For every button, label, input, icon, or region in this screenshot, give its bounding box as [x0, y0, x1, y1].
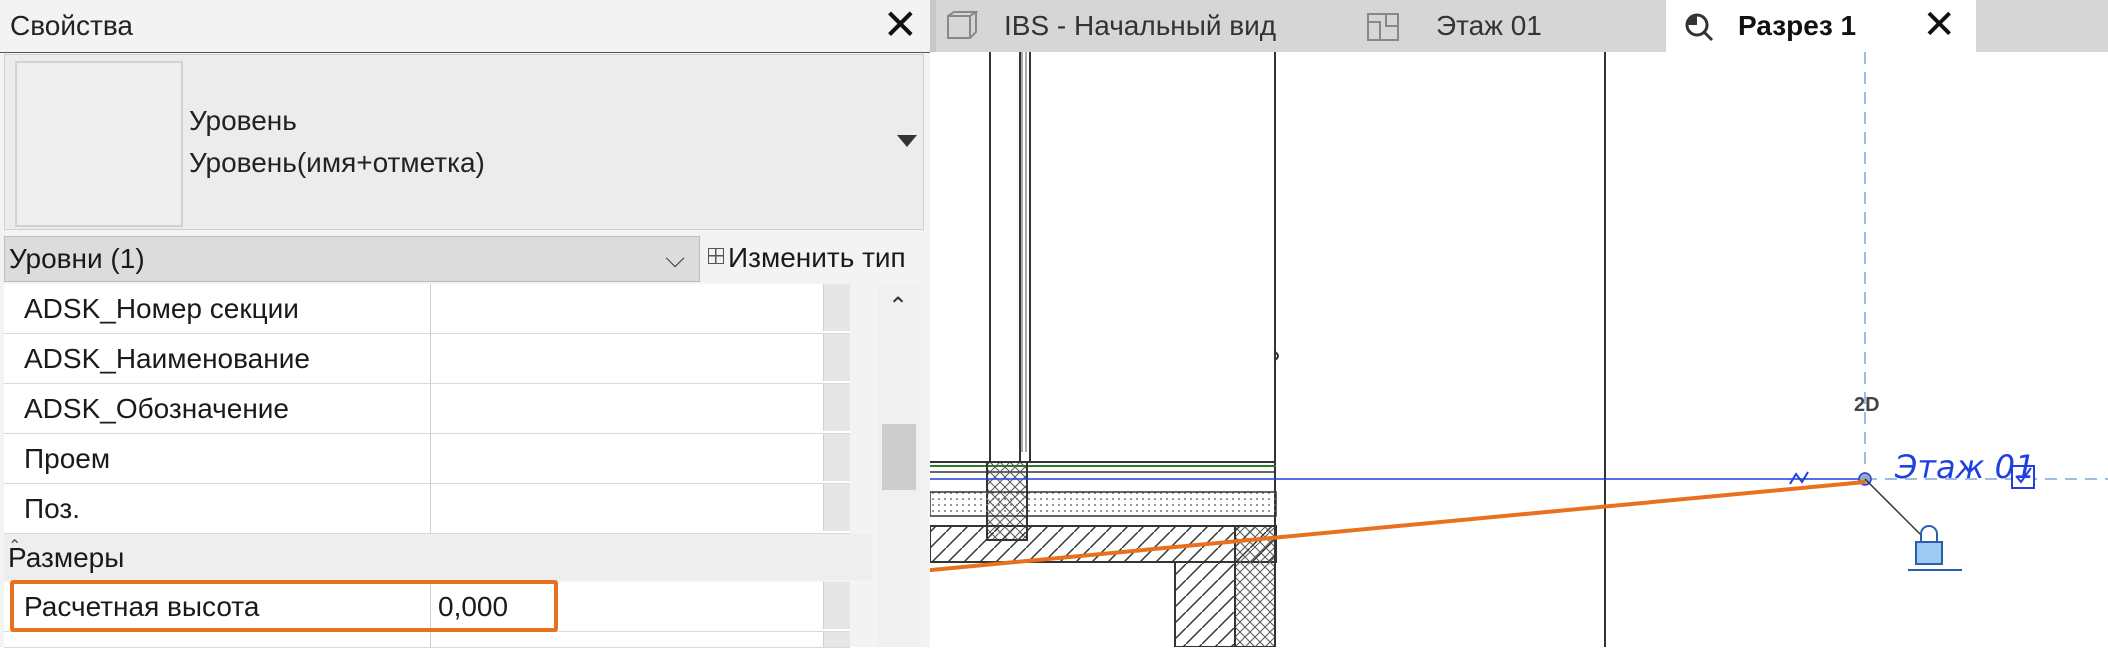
cell-button[interactable]	[823, 484, 850, 531]
highlight-box	[10, 580, 558, 632]
table-row[interactable]: ADSK_Номер секции	[4, 284, 850, 334]
section-drawing	[559, 52, 2108, 648]
properties-panel: Свойства ✕ Уровень Уровень(имя+отметка) …	[0, 0, 931, 648]
properties-title: Свойства	[10, 10, 133, 41]
scrollbar-thumb[interactable]	[882, 424, 916, 490]
table-row[interactable]: ADSK_Наименование	[4, 334, 850, 384]
edit-type-icon	[708, 248, 724, 264]
param-name: ADSK_Наименование	[24, 343, 310, 374]
table-row[interactable]: Поз.	[4, 484, 850, 534]
chevron-down-icon: ⌵	[665, 243, 685, 273]
tab-label: IBS - Начальный вид	[1004, 10, 1277, 41]
type-family: Уровень	[189, 105, 297, 136]
table-row[interactable]	[4, 632, 850, 648]
close-icon[interactable]: ✕	[883, 2, 918, 48]
group-header-dimensions[interactable]: Размеры ⌃	[4, 534, 872, 580]
marker-2d: 2D	[1854, 394, 1880, 416]
type-selector[interactable]: Уровень Уровень(имя+отметка)	[4, 54, 924, 230]
cell-button[interactable]	[823, 434, 850, 481]
tab-section-1[interactable]: Разрез 1 ✕	[1666, 0, 1976, 52]
properties-scrollbar[interactable]: ⌃	[878, 284, 920, 647]
collapse-icon[interactable]: ⌃	[8, 536, 848, 556]
type-name: Уровень(имя+отметка)	[189, 147, 485, 178]
cell-button[interactable]	[823, 334, 850, 381]
param-name: ADSK_Номер секции	[24, 293, 299, 324]
floor-plan-icon	[1367, 13, 1399, 41]
instance-filter-label: Уровни (1)	[9, 243, 145, 274]
param-name: ADSK_Обозначение	[24, 393, 289, 424]
instance-filter-row: Уровни (1) ⌵ Изменить тип	[4, 236, 922, 282]
close-icon[interactable]: ✕	[1922, 2, 1956, 48]
section-view-canvas[interactable]: 2D Этаж 01	[559, 52, 2108, 648]
table-row[interactable]: ADSK_Обозначение	[4, 384, 850, 434]
tab-label: Разрез 1	[1738, 10, 1857, 41]
tab-3d-view[interactable]: IBS - Начальный вид	[930, 0, 1330, 52]
cell-button[interactable]	[823, 384, 850, 431]
section-icon	[1685, 13, 1714, 42]
properties-header: Свойства ✕	[0, 0, 930, 53]
cell-button[interactable]	[823, 582, 850, 629]
chevron-down-icon[interactable]	[897, 135, 917, 147]
cell-button[interactable]	[823, 284, 850, 331]
param-name: Проем	[24, 443, 111, 474]
table-row[interactable]: Проем	[4, 434, 850, 484]
level-label[interactable]: Этаж 01	[1895, 448, 2035, 486]
3d-view-icon	[947, 11, 978, 39]
edit-type-label: Изменить тип	[728, 242, 906, 273]
view-tabs: IBS - Начальный вид Этаж 01 Разрез 1 ✕	[930, 0, 2108, 52]
tab-label: Этаж 01	[1436, 10, 1542, 41]
edit-type-button[interactable]: Изменить тип	[704, 236, 922, 280]
type-preview-image	[15, 61, 183, 227]
cell-button[interactable]	[823, 632, 850, 647]
tab-floor-plan[interactable]: Этаж 01	[1350, 0, 1600, 52]
chevron-up-icon[interactable]: ⌃	[888, 292, 908, 321]
param-name: Поз.	[24, 493, 80, 524]
instance-filter-dropdown[interactable]: Уровни (1) ⌵	[4, 236, 700, 282]
